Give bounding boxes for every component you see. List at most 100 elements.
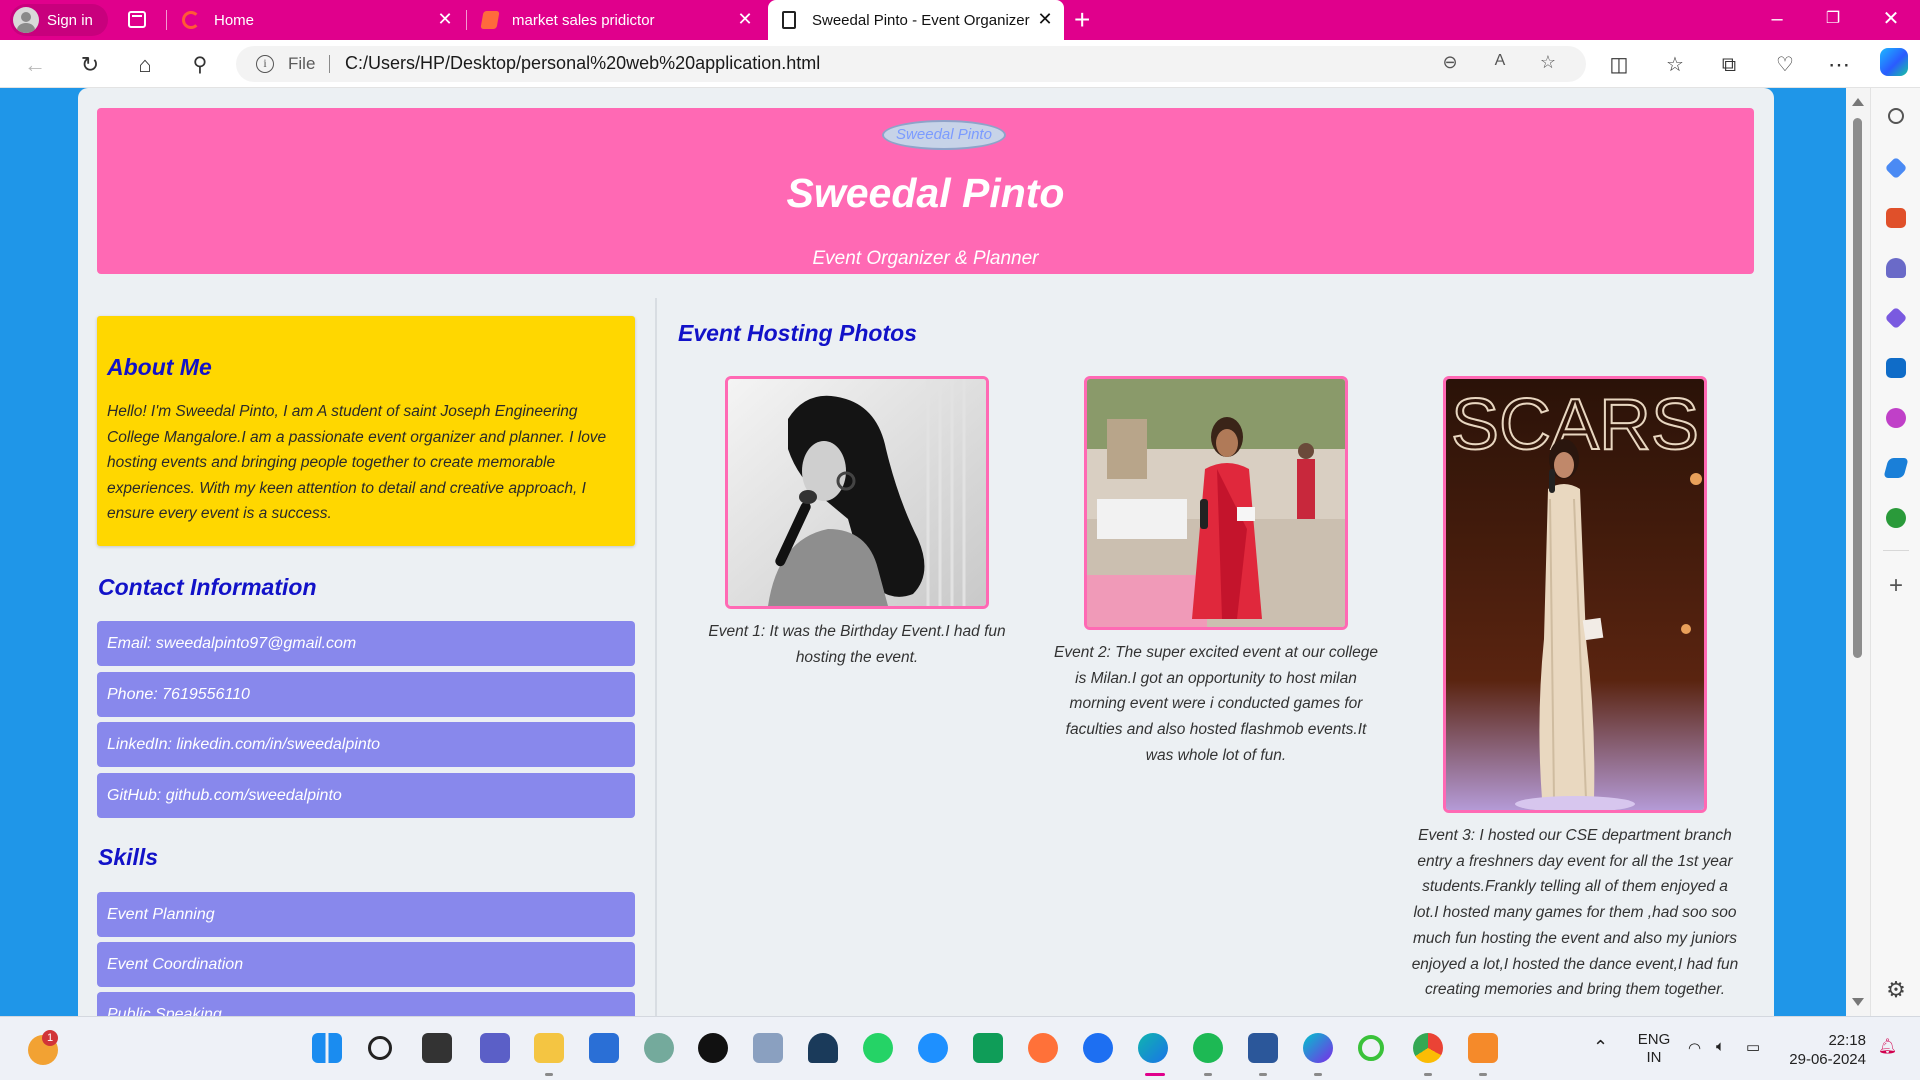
profile-sign-in-label: Sign in (47, 11, 93, 29)
loading-ring-icon[interactable] (1358, 1035, 1384, 1061)
tab-close-icon[interactable]: ✕ (736, 10, 754, 28)
more-menu-icon[interactable]: ⋯ (1824, 50, 1854, 80)
about-me-text: Hello! I'm Sweedal Pinto, I am A student… (107, 403, 607, 522)
running-indicator (1479, 1073, 1487, 1076)
weather-notification-badge: 1 (42, 1030, 58, 1046)
shopping-tag-icon[interactable] (1884, 156, 1908, 180)
taskbar-search-icon[interactable] (368, 1036, 392, 1060)
refresh-icon[interactable]: ↻ (75, 50, 105, 80)
todo-icon[interactable] (918, 1033, 948, 1063)
running-indicator (1314, 1073, 1322, 1076)
notification-bell-icon[interactable]: 🔔︎ (1878, 1037, 1897, 1055)
input-language-indicator[interactable]: ENG IN (1636, 1031, 1672, 1067)
tab-sweedal-pinto[interactable]: Sweedal Pinto - Event Organizer ✕ (768, 0, 1064, 40)
sidebar-add-icon[interactable]: + (1886, 574, 1906, 598)
task-view-icon[interactable] (422, 1033, 452, 1063)
scroll-down-icon[interactable] (1852, 998, 1864, 1006)
back-arrow-icon[interactable]: ← (20, 50, 50, 80)
edge-sidebar: + ⚙ (1870, 88, 1920, 1016)
browser-tab-strip: Sign in Home ✕ market sales pridictor ✕ … (0, 0, 1920, 40)
address-url[interactable]: C:/Users/HP/Desktop/personal%20web%20app… (345, 53, 820, 74)
show-hidden-icons-chevron-icon[interactable]: ⌃ (1593, 1037, 1608, 1058)
restore-icon[interactable]: ❐ (1818, 6, 1848, 32)
tools-icon[interactable] (1886, 208, 1906, 228)
tab-close-icon[interactable]: ✕ (436, 10, 454, 28)
clock[interactable]: 22:18 29-06-2024 (1786, 1031, 1866, 1069)
word-icon[interactable] (1248, 1033, 1278, 1063)
wifi-icon[interactable]: ◠ (1688, 1039, 1701, 1057)
volume-icon[interactable]: 🔈︎ (1716, 1038, 1725, 1055)
spotify-icon[interactable] (1193, 1033, 1223, 1063)
running-indicator (1259, 1073, 1267, 1076)
workspaces-icon[interactable] (128, 11, 146, 28)
read-aloud-icon[interactable]: A (1488, 52, 1512, 70)
whatsapp-icon[interactable] (863, 1033, 893, 1063)
column-divider (655, 298, 657, 1016)
favorite-star-icon[interactable]: ☆ (1536, 52, 1560, 73)
tab-title: Home (214, 11, 255, 29)
copilot-icon[interactable] (1880, 48, 1908, 76)
address-bar[interactable]: i File C:/Users/HP/Desktop/personal%20we… (236, 46, 1586, 82)
send-icon[interactable] (1883, 458, 1909, 478)
search-icon[interactable]: ⚲ (185, 50, 215, 80)
microsoft-start-icon (480, 11, 500, 29)
browser-essentials-icon[interactable]: ♡ (1770, 50, 1800, 80)
window-close-icon[interactable]: ✕ (1876, 6, 1906, 32)
copilot-designer-icon[interactable] (1886, 408, 1906, 428)
favorites-icon[interactable]: ☆ (1660, 50, 1690, 80)
skill-item: Public Speaking (97, 992, 635, 1016)
file-explorer-icon[interactable] (534, 1033, 564, 1063)
zoom-out-icon[interactable]: ⊖ (1438, 52, 1462, 73)
sublime-text-icon[interactable] (1468, 1033, 1498, 1063)
classroom-icon[interactable] (973, 1033, 1003, 1063)
scrollbar-thumb[interactable] (1853, 118, 1862, 658)
lang-top-label: ENG (1637, 1031, 1671, 1048)
skill-item: Event Planning (97, 892, 635, 937)
firefox-icon[interactable] (1028, 1033, 1058, 1063)
c-app-icon[interactable] (1083, 1033, 1113, 1063)
site-info-icon[interactable]: i (256, 55, 274, 73)
scroll-up-icon[interactable] (1852, 98, 1864, 106)
page-scrollbar[interactable] (1846, 88, 1870, 1016)
event-1-caption: Event 1: It was the Birthday Event.I had… (708, 623, 1006, 666)
site-header: Sweedal Pinto Sweedal Pinto Event Organi… (97, 108, 1754, 274)
contact-email: Email: sweedalpinto97@gmail.com (97, 621, 635, 666)
canva-icon[interactable] (1303, 1033, 1333, 1063)
teams-icon[interactable] (480, 1033, 510, 1063)
split-screen-icon[interactable]: ◫ (1604, 50, 1634, 80)
tab-title: Sweedal Pinto - Event Organizer (812, 11, 1030, 29)
event-1-image (728, 379, 986, 606)
windows-start-icon[interactable] (312, 1033, 342, 1063)
sidebar-settings-gear-icon[interactable]: ⚙ (1886, 979, 1906, 1001)
outlook-icon[interactable] (1886, 358, 1906, 378)
tab-home[interactable]: Home ✕ (172, 0, 464, 40)
github-icon[interactable] (698, 1033, 728, 1063)
collections-icon[interactable]: ⧉ (1714, 50, 1744, 80)
profile-sign-in-button[interactable]: Sign in (10, 4, 108, 36)
games-icon[interactable] (1886, 258, 1906, 278)
clock-date: 29-06-2024 (1789, 1051, 1866, 1068)
tab-separator (466, 10, 467, 30)
minimize-icon[interactable]: – (1762, 6, 1792, 32)
tab-close-icon[interactable]: ✕ (1036, 10, 1054, 28)
contact-github: GitHub: github.com/sweedalpinto (97, 773, 635, 818)
microsoft-365-icon[interactable] (1884, 306, 1908, 330)
battery-icon[interactable]: ▭ (1746, 1038, 1760, 1056)
event-2-image (1087, 379, 1345, 627)
home-icon[interactable]: ⌂ (130, 50, 160, 80)
anaconda-icon[interactable] (808, 1033, 838, 1063)
chrome-icon[interactable] (1413, 1033, 1443, 1063)
new-tab-plus-icon[interactable]: + (1074, 5, 1090, 35)
chart-app-icon[interactable] (753, 1033, 783, 1063)
sidebar-search-icon[interactable] (1888, 108, 1904, 124)
windows-taskbar: 1 ⌃ ENG IN ◠ 🔈︎ ▭ 22:18 29-06-2024 🔔︎ (0, 1016, 1920, 1080)
contact-phone: Phone: 7619556110 (97, 672, 635, 717)
tab-market-sales[interactable]: market sales pridictor ✕ (472, 0, 764, 40)
edge-icon[interactable] (1138, 1033, 1168, 1063)
tree-icon[interactable] (1886, 508, 1906, 528)
page-viewport: Sweedal Pinto Sweedal Pinto Event Organi… (0, 88, 1846, 1016)
microsoft-store-icon[interactable] (589, 1033, 619, 1063)
chatgpt-icon[interactable] (644, 1033, 674, 1063)
address-divider (329, 55, 330, 73)
running-indicator (545, 1073, 553, 1076)
